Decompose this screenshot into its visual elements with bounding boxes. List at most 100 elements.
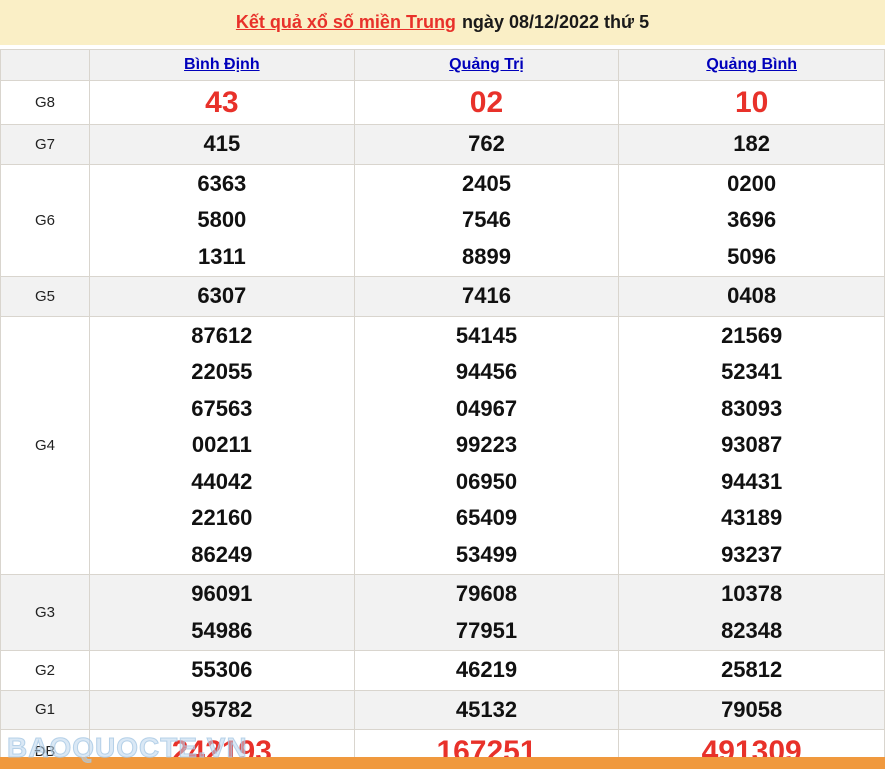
prize-number: 415 — [203, 126, 240, 163]
prize-number: 54145 — [456, 318, 517, 355]
prize-number: 1311 — [198, 239, 246, 276]
bottom-orange-bar — [0, 757, 885, 769]
prize-number: 86249 — [191, 537, 252, 574]
prize-numbers-cell: 87612220556756300211440422216086249 — [90, 317, 355, 575]
prize-row-6: G2 55306 46219 25812 — [1, 651, 884, 691]
prize-number: 182 — [733, 126, 770, 163]
prize-numbers-cell: 21569523418309393087944314318993237 — [619, 317, 884, 575]
province-link-1[interactable]: Quảng Trị — [449, 56, 524, 74]
prize-label: G6 — [1, 165, 90, 277]
prize-number: 6363 — [197, 166, 246, 203]
prize-number: 7416 — [462, 278, 511, 315]
prize-number: 762 — [468, 126, 505, 163]
prize-number: 45132 — [456, 692, 517, 729]
results-table: Bình Định Quảng Trị Quảng Bình G8 43 02 10 G7 4… — [0, 49, 885, 769]
prize-numbers-cell: 636358001311 — [90, 165, 355, 277]
prize-row-4: G487612220556756300211440422216086249541… — [1, 317, 884, 576]
prize-number: 67563 — [191, 391, 252, 428]
prize-row-5: G3960915498679608779511037882348 — [1, 575, 884, 651]
prize-number: 04967 — [456, 391, 517, 428]
prize-number: 8899 — [462, 239, 511, 276]
prize-numbers-cell: 7960877951 — [355, 575, 620, 650]
prize-numbers-cell: 182 — [619, 125, 884, 164]
table-header-row: Bình Định Quảng Trị Quảng Bình — [1, 50, 884, 81]
prize-label: G7 — [1, 125, 90, 164]
prize-numbers-cell: 46219 — [355, 651, 620, 690]
prize-number: 79058 — [721, 692, 782, 729]
prize-number: 93237 — [721, 537, 782, 574]
prize-row-2: G6636358001311240575468899020036965096 — [1, 165, 884, 278]
prize-number: 02 — [470, 83, 503, 123]
prize-number: 94456 — [456, 354, 517, 391]
prize-numbers-cell: 762 — [355, 125, 620, 164]
prize-numbers-cell: 25812 — [619, 651, 884, 690]
prize-number: 06950 — [456, 464, 517, 501]
results-title-bar: Kết quả xổ số miền Trung ngày 08/12/2022… — [0, 0, 885, 45]
prize-number: 10378 — [721, 576, 782, 613]
prize-number: 99223 — [456, 427, 517, 464]
prize-number: 55306 — [191, 652, 252, 689]
prize-number: 5096 — [727, 239, 776, 276]
province-link-2[interactable]: Quảng Bình — [706, 56, 797, 74]
prize-number: 21569 — [721, 318, 782, 355]
prize-number: 0408 — [727, 278, 776, 315]
prize-number: 52341 — [721, 354, 782, 391]
prize-number: 93087 — [721, 427, 782, 464]
prize-label: G8 — [1, 81, 90, 124]
column-header-0: Bình Định — [90, 50, 355, 80]
prize-row-0: G8 43 02 10 — [1, 81, 884, 125]
prize-numbers-cell: 10 — [619, 81, 884, 124]
lottery-results-page: Kết quả xổ số miền Trung ngày 08/12/2022… — [0, 0, 885, 769]
province-link-0[interactable]: Bình Định — [184, 56, 260, 74]
prize-numbers-cell: 020036965096 — [619, 165, 884, 277]
prize-numbers-cell: 415 — [90, 125, 355, 164]
prize-number: 22055 — [191, 354, 252, 391]
prize-numbers-cell: 0408 — [619, 277, 884, 316]
prize-number: 83093 — [721, 391, 782, 428]
prize-number: 6307 — [197, 278, 246, 315]
prize-number: 53499 — [456, 537, 517, 574]
prize-number: 79608 — [456, 576, 517, 613]
prize-number: 54986 — [191, 613, 252, 650]
prize-numbers-cell: 43 — [90, 81, 355, 124]
results-title-link[interactable]: Kết quả xổ số miền Trung — [236, 12, 456, 33]
prize-column-header — [1, 50, 90, 80]
prize-label: G2 — [1, 651, 90, 690]
prize-number: 65409 — [456, 500, 517, 537]
prize-numbers-cell: 45132 — [355, 691, 620, 730]
prize-number: 82348 — [721, 613, 782, 650]
prize-numbers-cell: 1037882348 — [619, 575, 884, 650]
prize-number: 00211 — [192, 427, 252, 464]
prize-number: 22160 — [191, 500, 252, 537]
prize-numbers-cell: 55306 — [90, 651, 355, 690]
prize-number: 44042 — [191, 464, 252, 501]
prize-number: 43189 — [721, 500, 782, 537]
prize-numbers-cell: 9609154986 — [90, 575, 355, 650]
prize-number: 87612 — [191, 318, 252, 355]
prize-numbers-cell: 240575468899 — [355, 165, 620, 277]
prize-number: 95782 — [191, 692, 252, 729]
prize-numbers-cell: 95782 — [90, 691, 355, 730]
prize-numbers-cell: 54145944560496799223069506540953499 — [355, 317, 620, 575]
prize-row-1: G7 415 762 182 — [1, 125, 884, 165]
prize-label: G5 — [1, 277, 90, 316]
prize-label: G3 — [1, 575, 90, 650]
prize-numbers-cell: 6307 — [90, 277, 355, 316]
prize-number: 25812 — [721, 652, 782, 689]
prize-number: 7546 — [462, 202, 511, 239]
prize-number: 2405 — [462, 166, 511, 203]
prize-number: 46219 — [456, 652, 517, 689]
prize-number: 94431 — [721, 464, 782, 501]
prize-number: 96091 — [191, 576, 252, 613]
prize-label: G1 — [1, 691, 90, 730]
prize-number: 10 — [735, 83, 768, 123]
prize-number: 77951 — [456, 613, 517, 650]
prize-numbers-cell: 7416 — [355, 277, 620, 316]
prize-number: 0200 — [727, 166, 776, 203]
prize-numbers-cell: 79058 — [619, 691, 884, 730]
prize-row-3: G5 6307 7416 0408 — [1, 277, 884, 317]
column-header-1: Quảng Trị — [355, 50, 620, 80]
prize-number: 43 — [205, 83, 238, 123]
prize-numbers-cell: 02 — [355, 81, 620, 124]
prize-number: 5800 — [197, 202, 246, 239]
